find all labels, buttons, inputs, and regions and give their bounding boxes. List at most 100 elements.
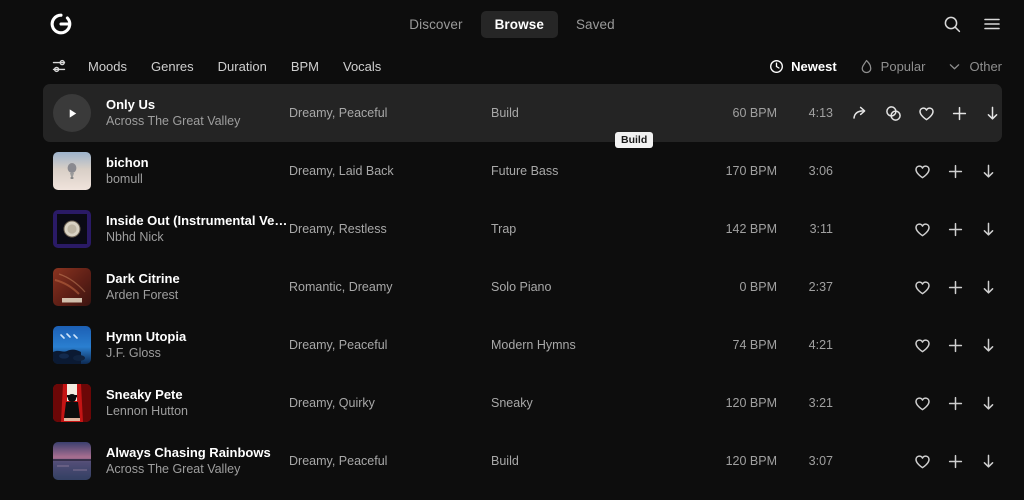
track-moods[interactable]: Dreamy, Peaceful	[289, 454, 491, 468]
track-genre[interactable]: Sneaky	[491, 396, 691, 410]
sort-popular[interactable]: Popular	[859, 58, 926, 74]
table-row[interactable]: Always Chasing Rainbows Across The Great…	[43, 432, 1002, 490]
tab-browse[interactable]: Browse	[480, 10, 558, 38]
track-genre[interactable]: Trap	[491, 222, 691, 236]
table-row[interactable]: Only Us Across The Great Valley Dreamy, …	[43, 84, 1002, 142]
filter-genres[interactable]: Genres	[151, 59, 194, 74]
download-arrow-icon[interactable]	[979, 394, 998, 413]
sliders-filter-icon[interactable]	[52, 58, 69, 75]
track-artist[interactable]: J.F. Gloss	[106, 345, 289, 362]
share-arrow-icon[interactable]	[851, 104, 870, 123]
track-moods[interactable]: Romantic, Dreamy	[289, 280, 491, 294]
heart-icon[interactable]	[913, 336, 932, 355]
track-moods[interactable]: Dreamy, Restless	[289, 222, 491, 236]
plus-icon[interactable]	[946, 394, 965, 413]
top-bar-actions	[942, 14, 1002, 34]
play-button[interactable]	[53, 94, 91, 132]
heart-icon[interactable]	[913, 162, 932, 181]
track-genre[interactable]: Build	[491, 454, 691, 468]
album-art[interactable]	[53, 326, 91, 364]
track-moods[interactable]: Dreamy, Peaceful	[289, 106, 491, 120]
search-icon[interactable]	[942, 14, 962, 34]
download-arrow-icon[interactable]	[979, 452, 998, 471]
track-list: Only Us Across The Great Valley Dreamy, …	[0, 84, 1024, 490]
track-meta: Dark Citrine Arden Forest	[91, 270, 289, 304]
plus-icon[interactable]	[946, 452, 965, 471]
track-title[interactable]: Dark Citrine	[106, 270, 289, 288]
download-arrow-icon[interactable]	[983, 104, 1002, 123]
heart-icon[interactable]	[913, 452, 932, 471]
table-row[interactable]: Hymn Utopia J.F. Gloss Dreamy, Peaceful …	[43, 316, 1002, 374]
heart-icon[interactable]	[917, 104, 936, 123]
tab-saved[interactable]: Saved	[562, 11, 629, 38]
album-art[interactable]	[53, 268, 91, 306]
track-moods[interactable]: Dreamy, Quirky	[289, 396, 491, 410]
track-genre[interactable]: Build	[491, 106, 691, 120]
plus-icon[interactable]	[946, 278, 965, 297]
track-meta: Only Us Across The Great Valley	[91, 96, 289, 130]
track-artist[interactable]: Nbhd Nick	[106, 229, 289, 246]
track-genre[interactable]: Future Bass	[491, 164, 691, 178]
table-row[interactable]: bichon bomull Dreamy, Laid Back Future B…	[43, 142, 1002, 200]
track-meta: Hymn Utopia J.F. Gloss	[91, 328, 289, 362]
hamburger-menu-icon[interactable]	[982, 14, 1002, 34]
genre-tooltip: Build	[615, 132, 654, 148]
table-row[interactable]: Sneaky Pete Lennon Hutton Dreamy, Quirky…	[43, 374, 1002, 432]
sort-other[interactable]: Other	[947, 59, 1002, 74]
track-artist[interactable]: Across The Great Valley	[106, 113, 289, 130]
table-row[interactable]: Inside Out (Instrumental Version) Nbhd N…	[43, 200, 1002, 258]
track-genre[interactable]: Solo Piano	[491, 280, 691, 294]
track-moods[interactable]: Dreamy, Peaceful	[289, 338, 491, 352]
album-art[interactable]	[53, 210, 91, 248]
plus-icon[interactable]	[946, 336, 965, 355]
download-arrow-icon[interactable]	[979, 162, 998, 181]
filter-vocals[interactable]: Vocals	[343, 59, 381, 74]
row-actions	[913, 336, 1002, 355]
track-artist[interactable]: Lennon Hutton	[106, 403, 289, 420]
track-duration: 3:07	[808, 454, 833, 468]
plus-icon[interactable]	[946, 162, 965, 181]
track-meta: Always Chasing Rainbows Across The Great…	[91, 444, 289, 478]
plus-icon[interactable]	[950, 104, 969, 123]
track-genre[interactable]: Modern Hymns	[491, 338, 691, 352]
track-title[interactable]: Always Chasing Rainbows	[106, 444, 289, 462]
track-bpm: 142 BPM	[725, 222, 777, 236]
heart-icon[interactable]	[913, 394, 932, 413]
circular-e-logo-icon[interactable]	[50, 13, 72, 35]
sort-newest[interactable]: Newest	[769, 59, 837, 74]
track-bpm: 170 BPM	[725, 164, 777, 178]
download-arrow-icon[interactable]	[979, 336, 998, 355]
track-title[interactable]: Inside Out (Instrumental Version)	[106, 212, 289, 230]
track-artist[interactable]: bomull	[106, 171, 289, 188]
filter-bpm[interactable]: BPM	[291, 59, 319, 74]
row-actions	[913, 452, 1002, 471]
filter-bar: Moods Genres Duration BPM Vocals Newest …	[0, 48, 1024, 84]
row-actions	[913, 162, 1002, 181]
track-title[interactable]: Hymn Utopia	[106, 328, 289, 346]
album-art[interactable]	[53, 384, 91, 422]
track-title[interactable]: bichon	[106, 154, 289, 172]
track-artist[interactable]: Across The Great Valley	[106, 461, 289, 478]
plus-icon[interactable]	[946, 220, 965, 239]
download-arrow-icon[interactable]	[979, 220, 998, 239]
heart-icon[interactable]	[913, 278, 932, 297]
track-title[interactable]: Sneaky Pete	[106, 386, 289, 404]
track-duration: 4:21	[808, 338, 833, 352]
album-art[interactable]	[53, 442, 91, 480]
download-arrow-icon[interactable]	[979, 278, 998, 297]
album-art[interactable]	[53, 152, 91, 190]
filter-moods[interactable]: Moods	[88, 59, 127, 74]
table-row[interactable]: Dark Citrine Arden Forest Romantic, Drea…	[43, 258, 1002, 316]
track-meta: Sneaky Pete Lennon Hutton	[91, 386, 289, 420]
similar-circles-icon[interactable]	[884, 104, 903, 123]
filter-duration[interactable]: Duration	[218, 59, 267, 74]
tab-discover[interactable]: Discover	[395, 11, 476, 38]
track-title[interactable]: Only Us	[106, 96, 289, 114]
clock-icon	[769, 59, 784, 74]
track-artist[interactable]: Arden Forest	[106, 287, 289, 304]
flame-icon	[859, 59, 874, 74]
track-bpm: 120 BPM	[725, 396, 777, 410]
heart-icon[interactable]	[913, 220, 932, 239]
sort-popular-label: Popular	[880, 58, 926, 74]
track-moods[interactable]: Dreamy, Laid Back	[289, 164, 491, 178]
